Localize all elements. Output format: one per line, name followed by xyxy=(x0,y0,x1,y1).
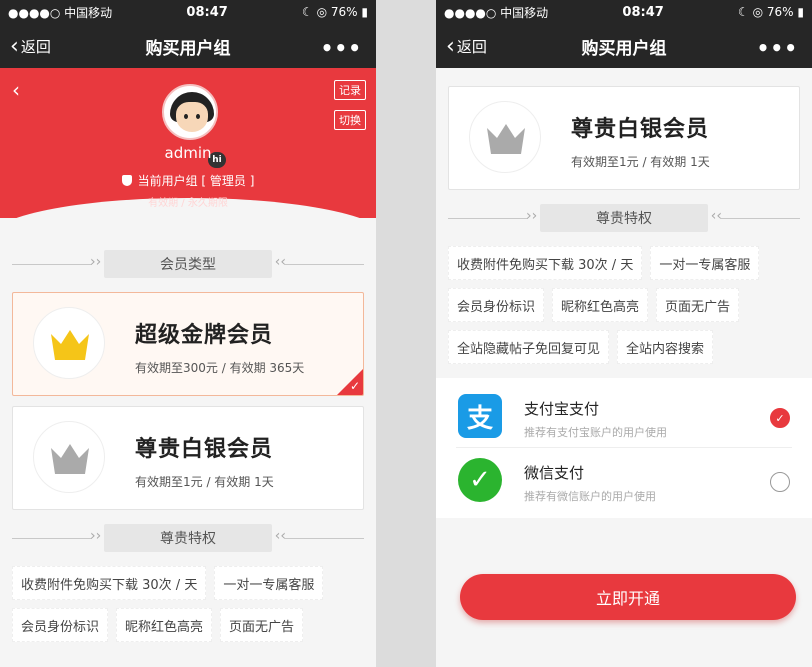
wechat-icon: ✓ xyxy=(458,458,502,502)
page-title: 购买用户组 xyxy=(581,38,667,59)
nav-bar: ‹ 返回 购买用户组 ••• xyxy=(0,24,376,68)
member-name: 尊贵白银会员 xyxy=(571,117,710,142)
payment-subtitle: 推荐有支付宝账户的用户使用 xyxy=(524,426,667,439)
privilege-tag: 页面无广告 xyxy=(220,608,304,642)
open-now-button[interactable]: 立即开通 xyxy=(460,574,796,620)
chevron-right-icon: ›› xyxy=(90,254,102,270)
privilege-tag: 会员身份标识 xyxy=(448,288,545,322)
payment-methods: 支 支付宝支付 推荐有支付宝账户的用户使用 ✓ ✓ 微信支付 推荐有微信账户的用… xyxy=(436,378,812,518)
phone-screen-right: ●●●●○ 中国移动 08:47 ☾ ◎ 76% ▮ ‹ 返回 购买用户组 ••… xyxy=(436,0,812,667)
switch-button[interactable]: 切换 xyxy=(334,110,366,130)
back-label: 返回 xyxy=(456,37,487,56)
chevron-left-icon: ‹‹ xyxy=(274,254,286,270)
header-back-icon[interactable]: ‹ xyxy=(12,78,20,102)
payment-radio-unchecked[interactable] xyxy=(770,472,790,492)
member-desc: 有效期至1元 / 有效期 1天 xyxy=(135,475,274,489)
member-name: 尊贵白银会员 xyxy=(135,437,274,462)
alipay-icon: 支 xyxy=(458,394,502,438)
privilege-list: 收费附件免购买下载 30次 / 天 一对一专属客服 会员身份标识 昵称红色高亮 … xyxy=(0,566,376,642)
section-privileges: ›› 尊贵特权 ‹‹ xyxy=(436,200,812,236)
privilege-tag: 全站内容搜索 xyxy=(617,330,714,364)
member-desc: 有效期至1元 / 有效期 1天 xyxy=(571,155,710,169)
crown-icon xyxy=(51,444,89,474)
current-group: 当前用户组 [ 管理员 ] xyxy=(0,172,376,189)
clock: 08:47 xyxy=(622,4,664,20)
payment-title: 微信支付 xyxy=(524,464,585,482)
privilege-tag: 全站隐藏帖子免回复可见 xyxy=(448,330,610,364)
chevron-left-icon: ‹‹ xyxy=(274,528,286,544)
privilege-tag: 一对一专属客服 xyxy=(650,246,760,280)
shield-icon xyxy=(121,175,132,186)
chevron-right-icon: ›› xyxy=(526,208,538,224)
more-button[interactable]: ••• xyxy=(321,36,362,60)
privilege-tag: 昵称红色高亮 xyxy=(552,288,649,322)
privilege-tag: 昵称红色高亮 xyxy=(116,608,213,642)
member-card-silver[interactable]: 尊贵白银会员 有效期至1元 / 有效期 1天 xyxy=(448,86,800,190)
section-privileges: ›› 尊贵特权 ‹‹ xyxy=(0,520,376,556)
carrier-label: ●●●●○ 中国移动 xyxy=(8,5,113,20)
member-name: 超级金牌会员 xyxy=(135,323,274,348)
back-button[interactable]: ‹ 返回 xyxy=(10,24,51,68)
member-card-gold[interactable]: 超级金牌会员 有效期至300元 / 有效期 365天 ✓ xyxy=(12,292,364,396)
status-bar: ●●●●○ 中国移动 08:47 ☾ ◎ 76% ▮ xyxy=(436,0,812,24)
privilege-tag: 页面无广告 xyxy=(656,288,740,322)
back-button[interactable]: ‹ 返回 xyxy=(446,24,487,68)
payment-title: 支付宝支付 xyxy=(524,400,600,418)
privilege-tag: 会员身份标识 xyxy=(12,608,109,642)
payment-option-alipay[interactable]: 支 支付宝支付 推荐有支付宝账户的用户使用 ✓ xyxy=(456,384,792,448)
payment-option-wechat[interactable]: ✓ 微信支付 推荐有微信账户的用户使用 xyxy=(456,448,792,512)
validity-label: 有效期 / 永久期限 xyxy=(148,198,228,209)
status-bar: ●●●●○ 中国移动 08:47 ☾ ◎ 76% ▮ xyxy=(0,0,376,24)
record-button[interactable]: 记录 xyxy=(334,80,366,100)
privilege-tag: 收费附件免购买下载 30次 / 天 xyxy=(12,566,207,600)
section-member-type: ›› 会员类型 ‹‹ xyxy=(0,246,376,282)
section-label: 尊贵特权 xyxy=(104,524,272,552)
member-desc: 有效期至300元 / 有效期 365天 xyxy=(135,361,305,375)
payment-subtitle: 推荐有微信账户的用户使用 xyxy=(524,490,656,503)
check-icon: ✓ xyxy=(349,379,360,393)
section-label: 尊贵特权 xyxy=(540,204,708,232)
avatar[interactable] xyxy=(162,84,218,140)
chevron-left-icon: ‹‹ xyxy=(710,208,722,224)
battery-label: ☾ ◎ 76% ▮ xyxy=(302,5,368,19)
page-title: 购买用户组 xyxy=(145,38,231,59)
back-label: 返回 xyxy=(20,37,51,56)
clock: 08:47 xyxy=(186,4,228,20)
chevron-right-icon: ›› xyxy=(90,528,102,544)
phone-screen-left: ●●●●○ 中国移动 08:47 ☾ ◎ 76% ▮ ‹ 返回 购买用户组 ••… xyxy=(0,0,376,667)
privilege-list: 收费附件免购买下载 30次 / 天 一对一专属客服 会员身份标识 昵称红色高亮 … xyxy=(436,246,812,364)
nav-bar: ‹ 返回 购买用户组 ••• xyxy=(436,24,812,68)
battery-label: ☾ ◎ 76% ▮ xyxy=(738,5,804,19)
member-card-silver[interactable]: 尊贵白银会员 有效期至1元 / 有效期 1天 xyxy=(12,406,364,510)
crown-icon xyxy=(487,124,525,154)
privilege-tag: 一对一专属客服 xyxy=(214,566,324,600)
section-label: 会员类型 xyxy=(104,250,272,278)
carrier-label: ●●●●○ 中国移动 xyxy=(444,5,549,20)
payment-radio-checked[interactable]: ✓ xyxy=(770,408,790,428)
crown-icon xyxy=(51,330,89,360)
profile-header: ‹ 记录 切换 hi admin 当前用户组 [ 管理员 ] 有效期 / 永久期… xyxy=(0,68,376,238)
privilege-tag: 收费附件免购买下载 30次 / 天 xyxy=(448,246,643,280)
username: admin xyxy=(164,144,212,162)
chevron-left-icon: ‹ xyxy=(10,33,19,59)
current-group-label: 当前用户组 [ 管理员 ] xyxy=(137,174,255,188)
chevron-left-icon: ‹ xyxy=(446,33,455,59)
more-button[interactable]: ••• xyxy=(757,36,798,60)
